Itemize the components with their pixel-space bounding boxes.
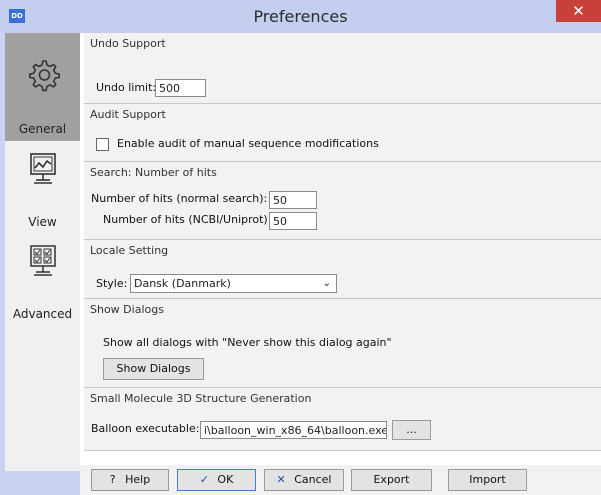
title-bar[interactable]: DD Preferences ✕ bbox=[0, 0, 601, 33]
help-label: Help bbox=[125, 473, 151, 486]
balloon-executable-label: Balloon executable: bbox=[91, 422, 200, 435]
normal-search-hits-label: Number of hits (normal search): bbox=[91, 192, 268, 205]
section-title: Small Molecule 3D Structure Generation bbox=[90, 392, 312, 405]
ok-label: OK bbox=[217, 473, 234, 486]
preferences-window: DD Preferences ✕ General View Advanced U… bbox=[0, 0, 601, 495]
import-button[interactable]: Import bbox=[448, 469, 527, 491]
audit-checkbox-label: Enable audit of manual sequence modifica… bbox=[117, 137, 379, 150]
preferences-panel: Undo Support Undo limit: 500 Audit Suppo… bbox=[80, 33, 601, 471]
export-button[interactable]: Export bbox=[351, 469, 432, 491]
show-dialogs-section: Show Dialogs Show all dialogs with "Neve… bbox=[84, 299, 601, 388]
button-bar: ? Help ✓ OK ✕ Cancel Export Import bbox=[80, 465, 601, 495]
undo-limit-input[interactable]: 500 bbox=[155, 79, 206, 97]
sidebar-item-general[interactable]: General bbox=[5, 33, 80, 141]
undo-limit-label: Undo limit: bbox=[96, 81, 157, 94]
chevron-down-icon: ⌄ bbox=[322, 278, 331, 289]
show-dialogs-button[interactable]: Show Dialogs bbox=[103, 358, 204, 380]
undo-support-section: Undo Support Undo limit: 500 bbox=[84, 33, 601, 104]
checklist-monitor-icon bbox=[30, 245, 56, 276]
sidebar-item-label: General bbox=[18, 122, 67, 136]
locale-style-select[interactable]: Dansk (Danmark) ⌄ bbox=[130, 274, 337, 293]
ncbi-hits-input[interactable]: 50 bbox=[269, 212, 317, 230]
show-dialogs-description: Show all dialogs with "Never show this d… bbox=[103, 336, 392, 349]
cancel-icon: ✕ bbox=[276, 473, 286, 486]
chart-monitor-icon bbox=[30, 153, 56, 184]
section-title: Audit Support bbox=[90, 108, 166, 121]
audit-support-section: Audit Support Enable audit of manual seq… bbox=[84, 104, 601, 162]
locale-style-value: Dansk (Danmark) bbox=[134, 277, 231, 290]
locale-setting-section: Locale Setting Style: Dansk (Danmark) ⌄ bbox=[84, 240, 601, 299]
window-title: Preferences bbox=[253, 7, 348, 26]
sidebar-item-advanced[interactable]: Advanced bbox=[5, 236, 80, 326]
style-label: Style: bbox=[96, 277, 128, 290]
sidebar-item-label: View bbox=[28, 215, 57, 229]
check-icon: ✓ bbox=[199, 473, 209, 486]
gear-icon bbox=[29, 60, 60, 92]
help-button[interactable]: ? Help bbox=[91, 469, 169, 491]
search-hits-section: Search: Number of hits Number of hits (n… bbox=[84, 162, 601, 240]
section-title: Undo Support bbox=[90, 37, 166, 50]
ok-button[interactable]: ✓ OK bbox=[177, 469, 256, 491]
close-button[interactable]: ✕ bbox=[556, 0, 601, 22]
section-title: Locale Setting bbox=[90, 244, 169, 257]
sidebar-item-view[interactable]: View bbox=[5, 141, 80, 236]
small-molecule-section: Small Molecule 3D Structure Generation B… bbox=[84, 388, 601, 451]
browse-button[interactable]: ... bbox=[392, 420, 431, 440]
normal-search-hits-input[interactable]: 50 bbox=[269, 191, 317, 209]
balloon-executable-input[interactable]: i\balloon_win_x86_64\balloon.exe bbox=[200, 421, 387, 439]
cancel-button[interactable]: ✕ Cancel bbox=[264, 469, 344, 491]
audit-checkbox[interactable] bbox=[96, 138, 109, 151]
section-title: Show Dialogs bbox=[90, 303, 164, 316]
sidebar: General View Advanced bbox=[5, 33, 81, 471]
help-icon: ? bbox=[109, 473, 116, 486]
section-title: Search: Number of hits bbox=[90, 166, 217, 179]
sidebar-item-label: Advanced bbox=[12, 307, 73, 321]
ncbi-hits-label: Number of hits (NCBI/Uniprot): bbox=[103, 213, 272, 226]
cancel-label: Cancel bbox=[294, 473, 332, 486]
